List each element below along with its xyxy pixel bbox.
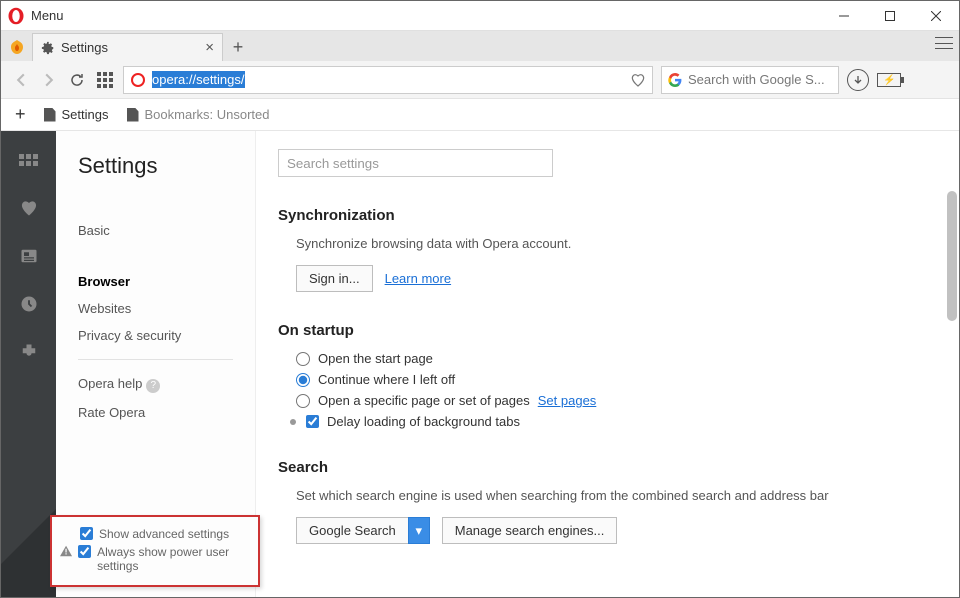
sync-title: Synchronization (278, 207, 937, 224)
nav-browser[interactable]: Browser (78, 268, 233, 295)
sidebar-dark (1, 131, 56, 597)
nav-help[interactable]: Opera help? (78, 370, 233, 399)
settings-content: Synchronization Synchronize browsing dat… (256, 131, 959, 597)
tab-label: Settings (61, 40, 108, 55)
nav-basic[interactable]: Basic (78, 217, 233, 244)
window-minimize-button[interactable] (821, 1, 867, 31)
startup-delay[interactable]: Delay loading of background tabs (290, 414, 937, 429)
speed-dial-button[interactable] (95, 70, 115, 90)
speed-dial-sidebar-icon[interactable] (18, 149, 40, 171)
site-identity-icon[interactable] (124, 73, 152, 87)
bookmark-unsorted[interactable]: Bookmarks: Unsorted (127, 107, 270, 122)
tab-pinned-extension[interactable] (1, 33, 33, 61)
menu-button[interactable]: Menu (31, 8, 64, 23)
sync-desc: Synchronize browsing data with Opera acc… (296, 236, 937, 251)
nav-rate[interactable]: Rate Opera (78, 399, 233, 426)
show-advanced-checkbox[interactable] (80, 527, 93, 540)
show-advanced-label: Show advanced settings (99, 527, 229, 541)
extensions-sidebar-icon[interactable] (18, 341, 40, 363)
opera-logo-icon (7, 7, 25, 25)
chevron-down-icon: ▾ (408, 517, 430, 544)
window-titlebar: Menu (1, 1, 959, 31)
bookmarks-bar: + Settings Bookmarks: Unsorted (1, 99, 959, 131)
url-text[interactable]: opera://settings/ (152, 71, 624, 88)
section-sync: Synchronization Synchronize browsing dat… (278, 207, 937, 292)
back-button[interactable] (11, 70, 31, 90)
startup-title: On startup (278, 322, 937, 339)
add-bookmark-button[interactable]: + (15, 104, 26, 125)
startup-continue[interactable]: Continue where I left off (296, 372, 937, 387)
battery-saver-button[interactable]: ⚡ (877, 73, 901, 87)
new-tab-button[interactable]: + (223, 33, 253, 61)
bullet-icon (290, 419, 296, 425)
tab-menu-button[interactable] (935, 37, 953, 49)
gear-icon (41, 41, 55, 55)
google-g-icon (668, 73, 682, 87)
scrollbar-thumb[interactable] (947, 191, 957, 321)
search-placeholder: Search with Google S... (688, 72, 825, 87)
downloads-button[interactable] (847, 69, 869, 91)
settings-nav: Settings Basic Browser Websites Privacy … (56, 131, 256, 597)
bookmark-heart-button[interactable] (624, 72, 652, 88)
power-user-label: Always show power user settings (97, 545, 250, 573)
file-icon (44, 108, 56, 122)
shield-fire-icon (9, 39, 25, 55)
sign-in-button[interactable]: Sign in... (296, 265, 373, 292)
startup-specific[interactable]: Open a specific page or set of pages Set… (296, 393, 937, 408)
section-startup: On startup Open the start page Continue … (278, 322, 937, 429)
advanced-settings-callout: Show advanced settings Always show power… (50, 515, 260, 587)
nav-privacy[interactable]: Privacy & security (78, 322, 233, 349)
reload-button[interactable] (67, 70, 87, 90)
nav-websites[interactable]: Websites (78, 295, 233, 322)
address-bar[interactable]: opera://settings/ (123, 66, 653, 94)
startup-open-start[interactable]: Open the start page (296, 351, 937, 366)
search-desc: Set which search engine is used when sea… (296, 488, 937, 503)
help-icon: ? (146, 379, 160, 393)
warning-icon (60, 545, 72, 557)
main-area: Settings Basic Browser Websites Privacy … (1, 131, 959, 597)
learn-more-link[interactable]: Learn more (385, 271, 451, 286)
history-sidebar-icon[interactable] (18, 293, 40, 315)
window-maximize-button[interactable] (867, 1, 913, 31)
tab-close-button[interactable]: × (205, 39, 214, 56)
toolbar: opera://settings/ Search with Google S..… (1, 61, 959, 99)
power-user-checkbox[interactable] (78, 545, 91, 558)
news-sidebar-icon[interactable] (18, 245, 40, 267)
bookmarks-sidebar-icon[interactable] (18, 197, 40, 219)
search-field[interactable]: Search with Google S... (661, 66, 839, 94)
section-search: Search Set which search engine is used w… (278, 459, 937, 544)
tab-strip: Settings × + (1, 31, 959, 61)
page-title: Settings (78, 153, 233, 179)
search-settings-input[interactable] (278, 149, 553, 177)
manage-search-engines-button[interactable]: Manage search engines... (442, 517, 618, 544)
search-engine-select[interactable]: Google Search ▾ (296, 517, 430, 544)
bookmark-settings[interactable]: Settings (44, 107, 109, 122)
window-close-button[interactable] (913, 1, 959, 31)
set-pages-link[interactable]: Set pages (538, 393, 597, 408)
file-icon (127, 108, 139, 122)
search-title: Search (278, 459, 937, 476)
tab-settings[interactable]: Settings × (33, 33, 223, 61)
forward-button[interactable] (39, 70, 59, 90)
